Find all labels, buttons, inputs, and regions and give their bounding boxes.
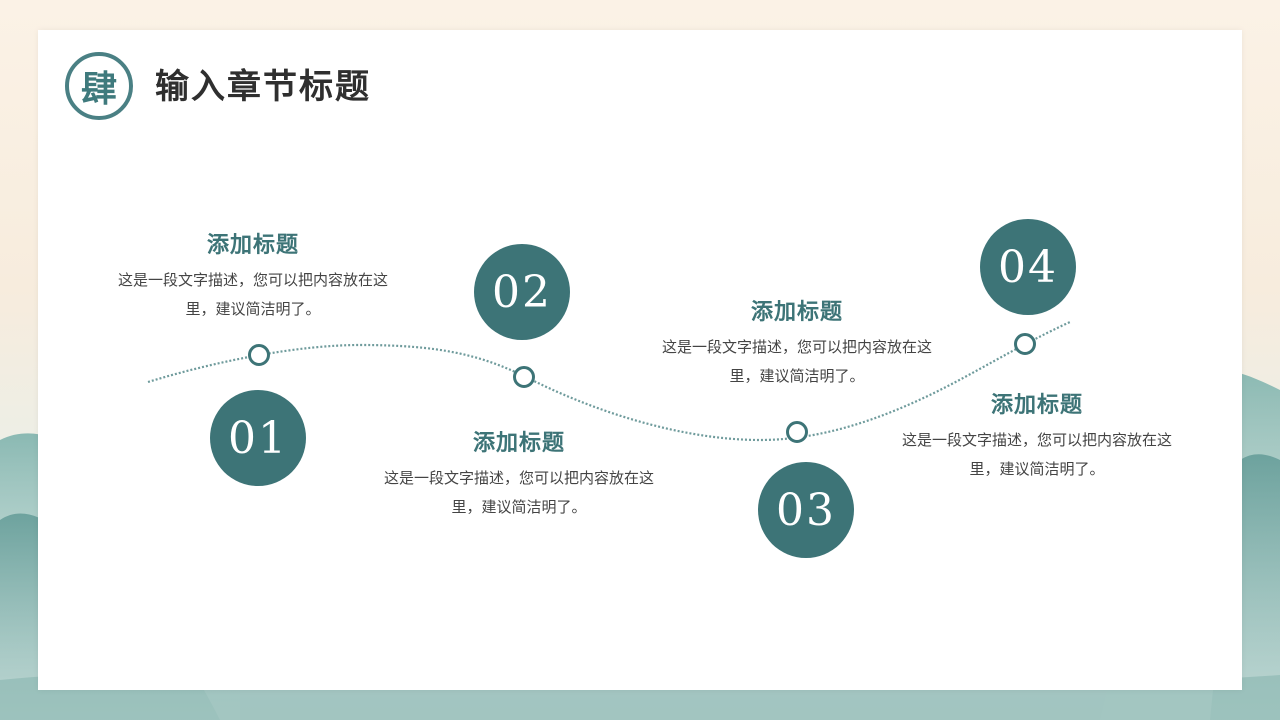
step-desc-1-line2: 里，建议简洁明了。 [185, 300, 321, 318]
step-desc-1-line1: 这是一段文字描述，您可以把内容放在这 [117, 271, 388, 289]
step-desc-2: 这是一段文字描述，您可以把内容放在这 里，建议简洁明了。 [369, 464, 669, 522]
step-desc-2-line2: 里，建议简洁明了。 [451, 498, 587, 516]
step-number-1: 01 [210, 390, 306, 486]
step-desc-2-line1: 这是一段文字描述，您可以把内容放在这 [383, 469, 654, 487]
step-number-3: 03 [758, 462, 854, 558]
step-number-1-text: 01 [228, 412, 288, 464]
step-block-2: 添加标题 这是一段文字描述，您可以把内容放在这 里，建议简洁明了。 [369, 428, 669, 522]
timeline-node-1 [248, 344, 270, 366]
step-block-4: 添加标题 这是一段文字描述，您可以把内容放在这 里，建议简洁明了。 [887, 390, 1187, 484]
step-title-3: 添加标题 [750, 299, 843, 325]
step-title-4: 添加标题 [990, 392, 1083, 418]
step-number-2: 02 [474, 244, 570, 340]
step-title-1: 添加标题 [206, 232, 299, 258]
step-desc-1: 这是一段文字描述，您可以把内容放在这 里，建议简洁明了。 [103, 266, 403, 324]
step-desc-3-line1: 这是一段文字描述，您可以把内容放在这 [661, 338, 932, 356]
timeline-node-3 [786, 421, 808, 443]
step-number-4: 04 [980, 219, 1076, 315]
step-number-4-text: 04 [998, 241, 1058, 293]
step-title-2: 添加标题 [472, 430, 565, 456]
step-desc-4-line1: 这是一段文字描述，您可以把内容放在这 [901, 431, 1172, 449]
step-desc-4-line2: 里，建议简洁明了。 [969, 460, 1105, 478]
timeline-node-4 [1014, 333, 1036, 355]
step-desc-3: 这是一段文字描述，您可以把内容放在这 里，建议简洁明了。 [647, 333, 947, 391]
step-number-2-text: 02 [492, 266, 552, 318]
timeline-node-2 [513, 366, 535, 388]
step-number-3-text: 03 [776, 484, 836, 536]
step-desc-3-line2: 里，建议简洁明了。 [729, 367, 865, 385]
timeline-curve [147, 321, 1071, 442]
step-block-1: 添加标题 这是一段文字描述，您可以把内容放在这 里，建议简洁明了。 [103, 230, 403, 324]
step-block-3: 添加标题 这是一段文字描述，您可以把内容放在这 里，建议简洁明了。 [647, 297, 947, 391]
step-desc-4: 这是一段文字描述，您可以把内容放在这 里，建议简洁明了。 [887, 426, 1187, 484]
